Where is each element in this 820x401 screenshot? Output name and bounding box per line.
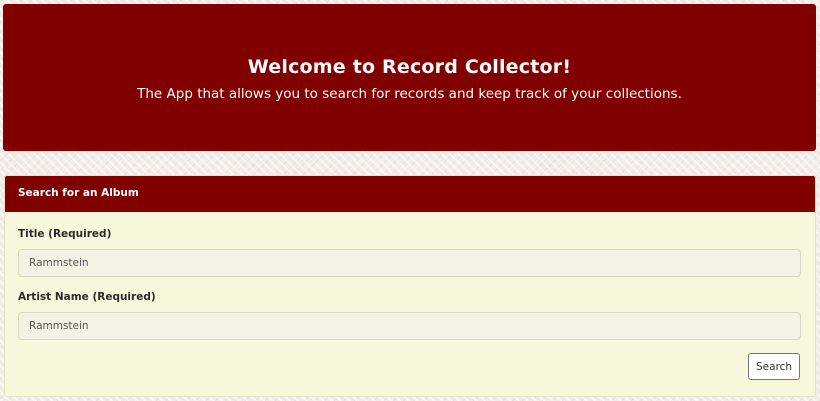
search-button[interactable]: Search [748, 353, 800, 380]
page-subtitle: The App that allows you to search for re… [137, 86, 682, 102]
title-input[interactable] [18, 249, 801, 277]
welcome-banner: Welcome to Record Collector! The App tha… [3, 4, 816, 151]
artist-name-label: Artist Name (Required) [18, 291, 156, 303]
search-album-panel: Search for an Album Title (Required) Art… [4, 175, 816, 397]
title-label: Title (Required) [18, 228, 112, 240]
page-title: Welcome to Record Collector! [247, 56, 572, 78]
panel-heading: Search for an Album [5, 176, 815, 212]
artist-name-input[interactable] [18, 312, 801, 340]
